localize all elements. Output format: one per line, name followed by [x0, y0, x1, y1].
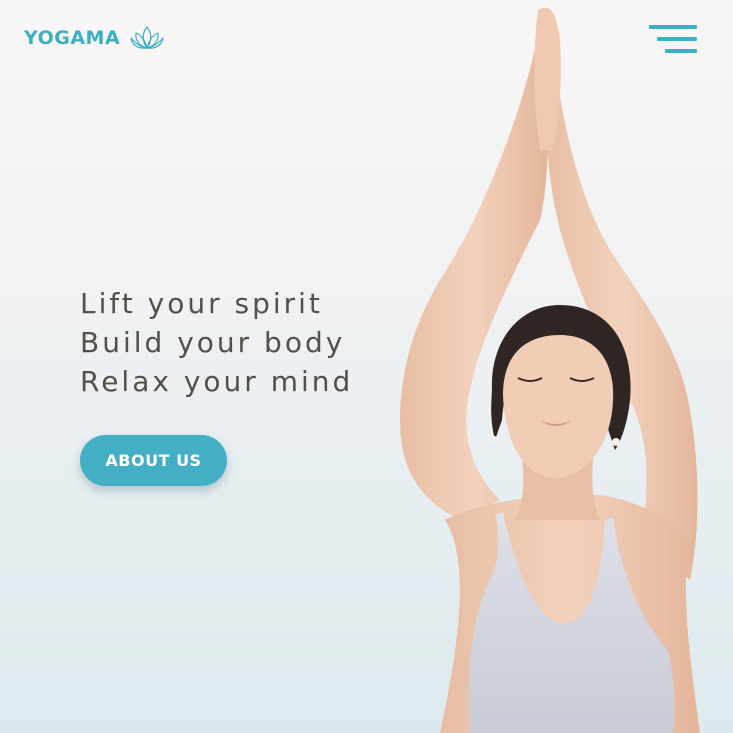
lotus-icon — [130, 26, 164, 49]
menu-line — [657, 37, 697, 41]
tagline-line-3: Relax your mind — [80, 365, 354, 398]
tagline-line-1: Lift your spirit — [80, 287, 323, 320]
menu-line — [649, 25, 697, 29]
tagline-line-2: Build your body — [80, 326, 346, 359]
about-us-button[interactable]: ABOUT US — [80, 435, 227, 486]
hamburger-menu-icon[interactable] — [647, 22, 699, 56]
hero-tagline: Lift your spirit Build your body Relax y… — [80, 284, 353, 401]
menu-line — [665, 49, 697, 53]
logo-text: YOGAMA — [24, 27, 121, 49]
logo-link[interactable]: YOGAMA — [24, 24, 165, 52]
site-header: YOGAMA — [0, 0, 733, 80]
